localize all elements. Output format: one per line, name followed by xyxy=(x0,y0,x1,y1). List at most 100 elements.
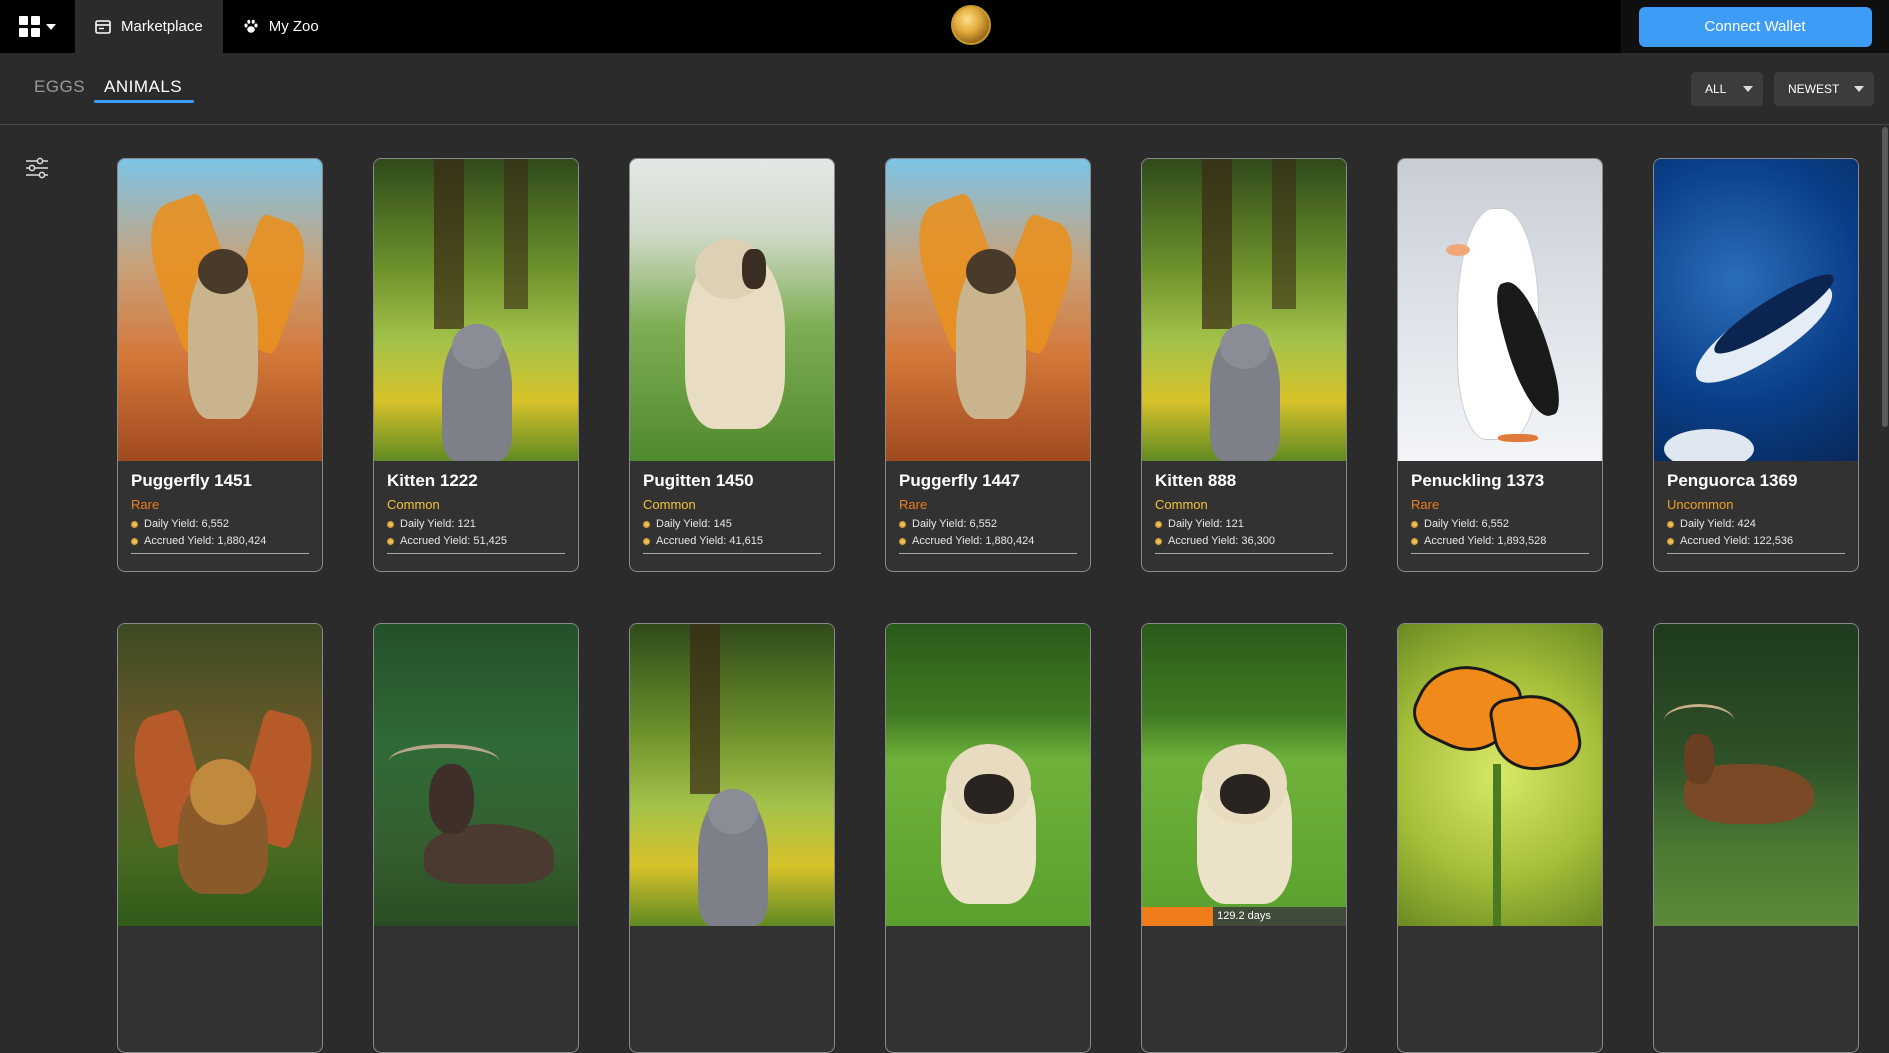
daily-yield: Daily Yield: 145 xyxy=(643,518,821,530)
sort-dropdown[interactable]: NEWEST xyxy=(1774,72,1874,106)
tab-my-zoo-label: My Zoo xyxy=(268,18,319,35)
tab-marketplace[interactable]: Marketplace xyxy=(75,0,223,53)
coin-icon xyxy=(387,537,394,545)
hatch-progress-label: 129.2 days xyxy=(1217,910,1271,922)
accrued-yield-text: Accrued Yield: 36,300 xyxy=(1168,535,1276,547)
daily-yield-text: Daily Yield: 6,552 xyxy=(1424,518,1509,530)
animal-card[interactable]: Puggerfly 1451 Rare Daily Yield: 6,552 A… xyxy=(117,158,323,572)
accrued-yield: Accrued Yield: 122,536 xyxy=(1667,535,1845,547)
divider xyxy=(1411,553,1589,554)
divider xyxy=(131,553,309,554)
animal-name: Penuckling 1373 xyxy=(1411,471,1545,490)
coin-icon xyxy=(643,537,650,545)
chevron-down-icon xyxy=(1854,86,1864,92)
paw-icon xyxy=(244,19,258,33)
connect-wallet-button[interactable]: Connect Wallet xyxy=(1638,6,1872,47)
animal-card[interactable] xyxy=(373,623,579,1053)
animal-image xyxy=(118,624,322,926)
tab-eggs[interactable]: EGGS xyxy=(34,77,85,97)
animal-card[interactable]: 129.2 days xyxy=(1141,623,1347,1053)
rarity-label: Rare xyxy=(899,497,928,512)
daily-yield-text: Daily Yield: 145 xyxy=(656,518,732,530)
animal-image xyxy=(118,159,322,461)
daily-yield-text: Daily Yield: 6,552 xyxy=(912,518,997,530)
divider xyxy=(387,553,565,554)
accrued-yield: Accrued Yield: 51,425 xyxy=(387,535,565,547)
animal-image xyxy=(630,624,834,926)
coin-icon xyxy=(131,537,138,545)
coin-icon xyxy=(899,520,906,528)
rarity-label: Uncommon xyxy=(1667,497,1734,512)
accrued-yield-text: Accrued Yield: 41,615 xyxy=(656,535,764,547)
filter-dropdown[interactable]: ALL xyxy=(1691,72,1763,106)
accrued-yield-text: Accrued Yield: 1,880,424 xyxy=(912,535,1035,547)
coin-icon xyxy=(1667,520,1674,528)
animal-card[interactable] xyxy=(1653,623,1859,1053)
accrued-yield-text: Accrued Yield: 1,880,424 xyxy=(144,535,267,547)
accrued-yield: Accrued Yield: 1,880,424 xyxy=(899,535,1077,547)
coin-icon xyxy=(1155,537,1162,545)
animal-card[interactable]: Penuckling 1373 Rare Daily Yield: 6,552 … xyxy=(1397,158,1603,572)
rarity-label: Common xyxy=(387,497,440,512)
animal-card[interactable]: Kitten 888 Common Daily Yield: 121 Accru… xyxy=(1141,158,1347,572)
animal-card[interactable] xyxy=(117,623,323,1053)
scrollbar-thumb[interactable] xyxy=(1882,127,1888,427)
animal-image xyxy=(886,159,1090,461)
animal-card[interactable]: Kitten 1222 Common Daily Yield: 121 Accr… xyxy=(373,158,579,572)
accrued-yield: Accrued Yield: 41,615 xyxy=(643,535,821,547)
app-menu-button[interactable] xyxy=(0,0,75,53)
coin-icon xyxy=(899,537,906,545)
animal-image xyxy=(374,159,578,461)
daily-yield: Daily Yield: 424 xyxy=(1667,518,1845,530)
wallet-area: Connect Wallet xyxy=(1621,0,1889,53)
animal-image: 129.2 days xyxy=(1142,624,1346,926)
animal-image xyxy=(886,624,1090,926)
active-tab-underline xyxy=(94,100,194,103)
animal-card[interactable]: Pugitten 1450 Common Daily Yield: 145 Ac… xyxy=(629,158,835,572)
divider xyxy=(643,553,821,554)
animal-name: Puggerfly 1451 xyxy=(131,471,252,490)
tab-my-zoo[interactable]: My Zoo xyxy=(223,0,339,53)
animal-card[interactable]: Penguorca 1369 Uncommon Daily Yield: 424… xyxy=(1653,158,1859,572)
accrued-yield: Accrued Yield: 1,880,424 xyxy=(131,535,309,547)
animal-name: Kitten 888 xyxy=(1155,471,1237,490)
animal-card[interactable] xyxy=(629,623,835,1053)
animal-card[interactable]: Puggerfly 1447 Rare Daily Yield: 6,552 A… xyxy=(885,158,1091,572)
daily-yield: Daily Yield: 6,552 xyxy=(131,518,309,530)
coin-icon xyxy=(643,520,650,528)
chevron-down-icon xyxy=(46,23,56,30)
coin-icon xyxy=(1411,537,1418,545)
animal-card[interactable] xyxy=(1397,623,1603,1053)
sub-navigation-bar: EGGS ANIMALS ALL NEWEST xyxy=(0,53,1889,125)
daily-yield-text: Daily Yield: 424 xyxy=(1680,518,1756,530)
daily-yield: Daily Yield: 121 xyxy=(1155,518,1333,530)
rarity-label: Rare xyxy=(131,497,160,512)
divider xyxy=(1667,553,1845,554)
divider xyxy=(1155,553,1333,554)
hatch-progress-bar: 129.2 days xyxy=(1142,907,1346,926)
golden-egg-logo[interactable] xyxy=(951,5,991,45)
chevron-down-icon xyxy=(1743,86,1753,92)
accrued-yield-text: Accrued Yield: 1,893,528 xyxy=(1424,535,1547,547)
coin-icon xyxy=(387,520,394,528)
filter-sliders-icon[interactable] xyxy=(24,156,50,180)
vertical-scrollbar[interactable] xyxy=(1881,125,1889,938)
tab-animals[interactable]: ANIMALS xyxy=(104,77,182,97)
accrued-yield: Accrued Yield: 36,300 xyxy=(1155,535,1333,547)
store-icon xyxy=(95,19,111,34)
rarity-label: Common xyxy=(1155,497,1208,512)
coin-icon xyxy=(1155,520,1162,528)
animal-name: Penguorca 1369 xyxy=(1667,471,1798,490)
daily-yield: Daily Yield: 6,552 xyxy=(899,518,1077,530)
animal-image xyxy=(374,624,578,926)
rarity-label: Common xyxy=(643,497,696,512)
daily-yield-text: Daily Yield: 6,552 xyxy=(144,518,229,530)
animal-image xyxy=(1398,624,1602,926)
top-navigation-bar: Marketplace My Zoo Connect Wallet xyxy=(0,0,1889,53)
filter-dropdown-value: ALL xyxy=(1705,82,1727,96)
animal-card[interactable] xyxy=(885,623,1091,1053)
sort-dropdown-value: NEWEST xyxy=(1788,82,1840,96)
daily-yield-text: Daily Yield: 121 xyxy=(400,518,476,530)
animal-image xyxy=(1142,159,1346,461)
coin-icon xyxy=(131,520,138,528)
